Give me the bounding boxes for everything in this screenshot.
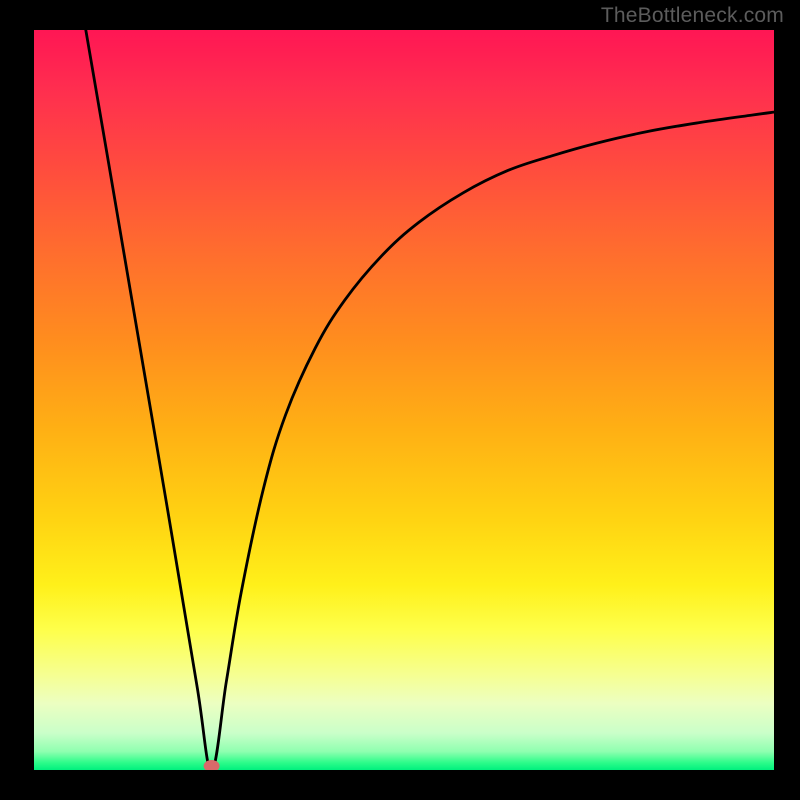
watermark-text: TheBottleneck.com [601, 4, 784, 28]
plot-area [34, 30, 774, 770]
minimum-marker [204, 760, 220, 770]
chart-frame: TheBottleneck.com [0, 0, 800, 800]
curve-svg [34, 30, 774, 770]
bottleneck-curve [86, 30, 774, 770]
